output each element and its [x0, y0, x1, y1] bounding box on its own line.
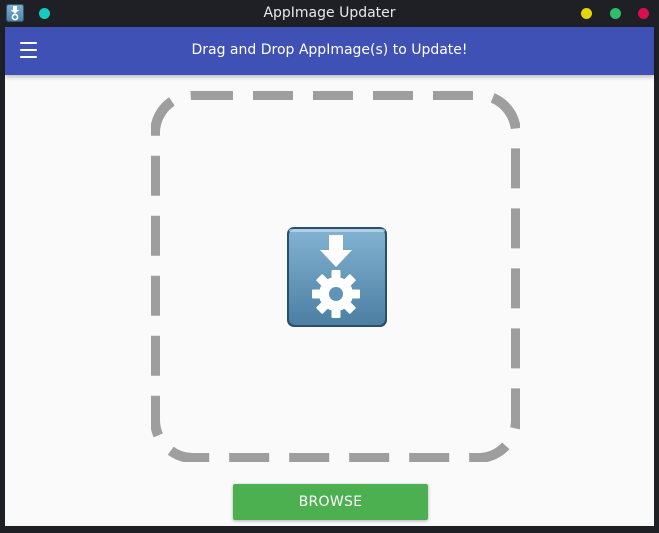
browse-button[interactable]: BROWSE	[233, 484, 428, 520]
appimage-update-gear-icon	[285, 225, 389, 329]
minimize-button[interactable]	[581, 8, 592, 19]
title-bar[interactable]: AppImage Updater	[0, 0, 659, 27]
app-bar: Drag and Drop AppImage(s) to Update!	[5, 27, 654, 75]
window-title: AppImage Updater	[263, 5, 396, 21]
app-bar-title: Drag and Drop AppImage(s) to Update!	[191, 42, 468, 58]
main-content: BROWSE	[5, 75, 654, 526]
close-button[interactable]	[638, 8, 649, 19]
maximize-button[interactable]	[610, 8, 621, 19]
app-window: AppImage Updater Drag and Drop AppImage(…	[0, 0, 659, 533]
